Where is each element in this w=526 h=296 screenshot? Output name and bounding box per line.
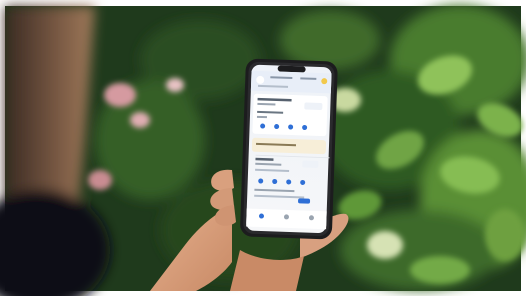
primary-button[interactable]	[298, 198, 311, 204]
phone-screen	[246, 64, 332, 234]
photo-scene	[0, 0, 526, 296]
app-header	[250, 70, 332, 94]
smartphone	[240, 58, 338, 240]
card-action-button[interactable]	[304, 102, 323, 111]
bottom-nav	[246, 208, 327, 230]
info-card[interactable]	[252, 93, 328, 137]
card-action-button[interactable]	[302, 160, 319, 168]
